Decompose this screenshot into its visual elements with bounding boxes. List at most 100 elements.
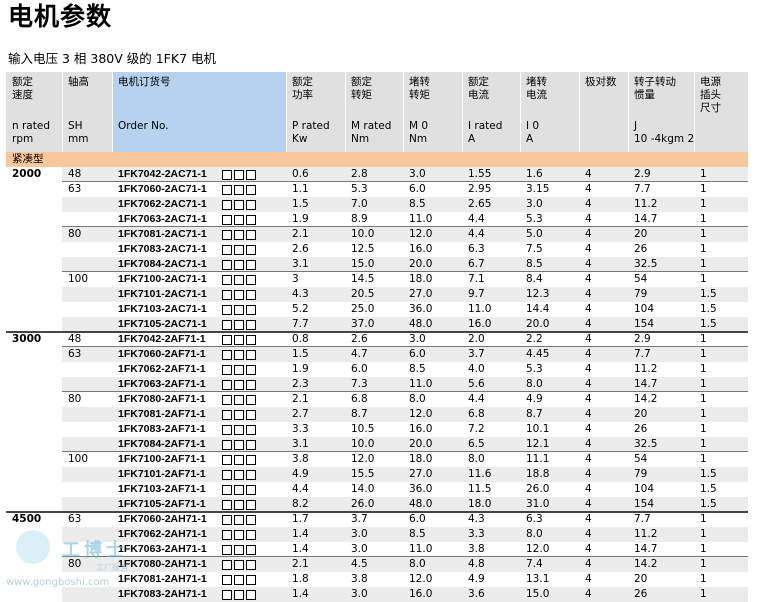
order-placeholder-box bbox=[222, 320, 232, 330]
cell-rated-current: 8.0 bbox=[468, 453, 485, 465]
cell-rated-current: 2.65 bbox=[468, 198, 492, 210]
cell-stall-torque: 20.0 bbox=[409, 258, 433, 270]
order-placeholder-box bbox=[246, 335, 256, 345]
cell-plug-size: 1 bbox=[700, 213, 707, 225]
category-band: 紧凑型 bbox=[6, 152, 748, 167]
cell-rated-current: 9.7 bbox=[468, 288, 485, 300]
cell-rotor-inertia: 54 bbox=[634, 453, 648, 465]
cell-order-no: 1FK7100-2AF71-1 bbox=[118, 453, 206, 465]
cell-rated-torque: 7.3 bbox=[351, 378, 368, 390]
header-divider bbox=[345, 72, 346, 152]
cell-pole-pairs: 4 bbox=[585, 228, 592, 240]
cell-rotor-inertia: 32.5 bbox=[634, 438, 658, 450]
cell-order-no: 1FK7084-2AC71-1 bbox=[118, 258, 207, 270]
cell-rated-power: 3.8 bbox=[292, 453, 309, 465]
order-placeholder-box bbox=[234, 185, 244, 195]
order-placeholder-box bbox=[234, 365, 244, 375]
cell-stall-torque: 48.0 bbox=[409, 498, 433, 510]
header-pole-pairs: 极对数 bbox=[579, 72, 628, 152]
cell-plug-size: 1.5 bbox=[700, 498, 717, 510]
order-placeholder-box bbox=[222, 440, 232, 450]
table-row: 1FK7063-2AF71-1 2.3 7.3 11.0 5.6 8.0 4 14.7 1 bbox=[6, 377, 748, 392]
cell-rotor-inertia: 2.9 bbox=[634, 168, 651, 180]
cell-rated-torque: 25.0 bbox=[351, 303, 375, 315]
header-divider bbox=[112, 72, 113, 152]
header-stall-current-zh: 堵转 电流 bbox=[526, 76, 547, 101]
cell-stall-current: 8.5 bbox=[526, 258, 543, 270]
cell-stall-torque: 18.0 bbox=[409, 273, 433, 285]
shaft-group-separator bbox=[62, 271, 748, 272]
cell-rated-torque: 37.0 bbox=[351, 318, 375, 330]
order-placeholder-box bbox=[246, 305, 256, 315]
cell-rated-current: 16.0 bbox=[468, 318, 492, 330]
header-rated-torque-zh: 额定 转矩 bbox=[351, 76, 372, 101]
table-row: 80 1FK7080-2AF71-1 2.1 6.8 8.0 4.4 4.9 4 14.2 1 bbox=[6, 392, 748, 407]
cell-stall-current: 4.45 bbox=[526, 348, 550, 360]
order-placeholder-box bbox=[234, 515, 244, 525]
cell-rated-current: 6.7 bbox=[468, 258, 485, 270]
cell-stall-current: 4.9 bbox=[526, 393, 543, 405]
order-placeholder-box bbox=[234, 230, 244, 240]
cell-stall-torque: 11.0 bbox=[409, 543, 433, 555]
cell-plug-size: 1 bbox=[700, 528, 707, 540]
cell-shaft-height: 63 bbox=[68, 513, 82, 525]
cell-plug-size: 1 bbox=[700, 408, 707, 420]
cell-stall-torque: 12.0 bbox=[409, 228, 433, 240]
header-stall-current-en: I 0 A bbox=[526, 120, 540, 145]
cell-stall-torque: 27.0 bbox=[409, 288, 433, 300]
speed-group-separator bbox=[6, 331, 748, 333]
table-row: 1FK7062-2AF71-1 1.9 6.0 8.5 4.0 5.3 4 11.2 1 bbox=[6, 362, 748, 377]
cell-shaft-height: 80 bbox=[68, 228, 82, 240]
order-placeholder-box bbox=[222, 485, 232, 495]
table-row: 1FK7084-2AF71-1 3.1 10.0 20.0 6.5 12.1 4 32.5 1 bbox=[6, 437, 748, 452]
cell-rated-power: 1.9 bbox=[292, 363, 309, 375]
cell-pole-pairs: 4 bbox=[585, 468, 592, 480]
table-row: 1FK7083-2AF71-1 3.3 10.5 16.0 7.2 10.1 4 26 1 bbox=[6, 422, 748, 437]
order-placeholder-box bbox=[246, 485, 256, 495]
order-placeholder-box bbox=[222, 395, 232, 405]
cell-order-no: 1FK7060-2AF71-1 bbox=[118, 348, 206, 360]
table-row: 1FK7101-2AC71-1 4.3 20.5 27.0 9.7 12.3 4 79 1.5 bbox=[6, 287, 748, 302]
cell-pole-pairs: 4 bbox=[585, 408, 592, 420]
cell-stall-torque: 8.5 bbox=[409, 198, 426, 210]
cell-rated-power: 1.1 bbox=[292, 183, 309, 195]
header-plug-size: 电源 插头 尺寸 bbox=[694, 72, 748, 152]
cell-rotor-inertia: 154 bbox=[634, 498, 655, 510]
cell-plug-size: 1.5 bbox=[700, 318, 717, 330]
cell-rated-torque: 6.8 bbox=[351, 393, 368, 405]
cell-stall-current: 3.0 bbox=[526, 198, 543, 210]
order-placeholder-box bbox=[222, 170, 232, 180]
cell-rated-current: 6.8 bbox=[468, 408, 485, 420]
cell-stall-current: 20.0 bbox=[526, 318, 550, 330]
order-placeholder-box bbox=[246, 275, 256, 285]
header-pole-pairs-zh: 极对数 bbox=[585, 76, 617, 88]
cell-stall-current: 7.4 bbox=[526, 558, 543, 570]
cell-rated-torque: 3.8 bbox=[351, 573, 368, 585]
header-order-no: 电机订货号 Order No. bbox=[112, 72, 286, 152]
cell-order-no: 1FK7083-2AC71-1 bbox=[118, 243, 207, 255]
header-plug-size-zh: 电源 插头 尺寸 bbox=[700, 76, 721, 114]
table-row: 63 1FK7060-2AH71-1 1.7 3.7 6.0 4.3 6.3 4 7.7 1 450… bbox=[6, 512, 748, 527]
cell-stall-torque: 6.0 bbox=[409, 513, 426, 525]
cell-plug-size: 1 bbox=[700, 513, 707, 525]
order-placeholder-box bbox=[222, 350, 232, 360]
header-rated-power-zh: 额定 功率 bbox=[292, 76, 313, 101]
cell-rated-power: 7.7 bbox=[292, 318, 309, 330]
header-rotor-inertia: 转子转动 惯量 J 10 -4kgm 2 bbox=[628, 72, 694, 152]
cell-order-no: 1FK7100-2AC71-1 bbox=[118, 273, 207, 285]
cell-shaft-height: 100 bbox=[68, 453, 89, 465]
order-placeholder-box bbox=[246, 170, 256, 180]
order-placeholder-box bbox=[234, 200, 244, 210]
cell-order-no: 1FK7042-2AF71-1 bbox=[118, 333, 206, 345]
cell-plug-size: 1 bbox=[700, 183, 707, 195]
cell-plug-size: 1 bbox=[700, 558, 707, 570]
cell-rated-torque: 15.0 bbox=[351, 258, 375, 270]
cell-rated-torque: 2.8 bbox=[351, 168, 368, 180]
order-placeholder-box bbox=[222, 590, 232, 600]
cell-stall-current: 26.0 bbox=[526, 483, 550, 495]
table-row: 63 1FK7060-2AF71-1 1.5 4.7 6.0 3.7 4.45 4 7.7 1 bbox=[6, 347, 748, 362]
header-rated-current-zh: 额定 电流 bbox=[468, 76, 489, 101]
cell-rated-current: 4.0 bbox=[468, 363, 485, 375]
cell-shaft-height: 48 bbox=[68, 333, 82, 345]
cell-rotor-inertia: 154 bbox=[634, 318, 655, 330]
